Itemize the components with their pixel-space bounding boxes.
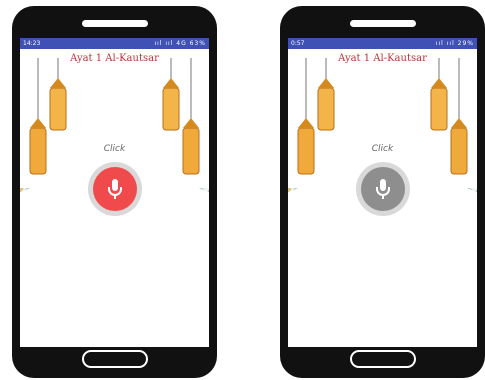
home-button[interactable] bbox=[349, 350, 416, 368]
microphone-icon bbox=[376, 179, 390, 199]
speaker-slot bbox=[81, 20, 148, 27]
app-screen: 0:57 ııl ııl 29% Ayat 1 Al-Kautsar Click bbox=[288, 38, 477, 347]
speaker-slot bbox=[349, 20, 416, 27]
status-icons: ııl ııl 29% bbox=[435, 40, 474, 47]
status-bar: 0:57 ııl ııl 29% bbox=[288, 38, 477, 49]
status-bar: 14:23 ııl ııl 4G 63% bbox=[20, 38, 209, 49]
app-screen: 14:23 ııl ııl 4G 63% Ayat 1 Al-Kautsar C… bbox=[20, 38, 209, 347]
home-button[interactable] bbox=[81, 350, 148, 368]
phone-right: 0:57 ııl ııl 29% Ayat 1 Al-Kautsar Click bbox=[280, 6, 485, 378]
click-label: Click bbox=[371, 144, 394, 154]
phone-left: 14:23 ııl ııl 4G 63% Ayat 1 Al-Kautsar C… bbox=[12, 6, 217, 378]
status-time: 14:23 bbox=[23, 40, 41, 47]
click-label: Click bbox=[103, 144, 126, 154]
status-icons: ııl ııl 4G 63% bbox=[154, 40, 206, 47]
mic-button-inner[interactable] bbox=[93, 167, 137, 211]
microphone-icon bbox=[108, 179, 122, 199]
mic-button[interactable] bbox=[88, 162, 142, 216]
status-time: 0:57 bbox=[291, 40, 305, 47]
mic-button-inner[interactable] bbox=[361, 167, 405, 211]
mic-button[interactable] bbox=[356, 162, 410, 216]
